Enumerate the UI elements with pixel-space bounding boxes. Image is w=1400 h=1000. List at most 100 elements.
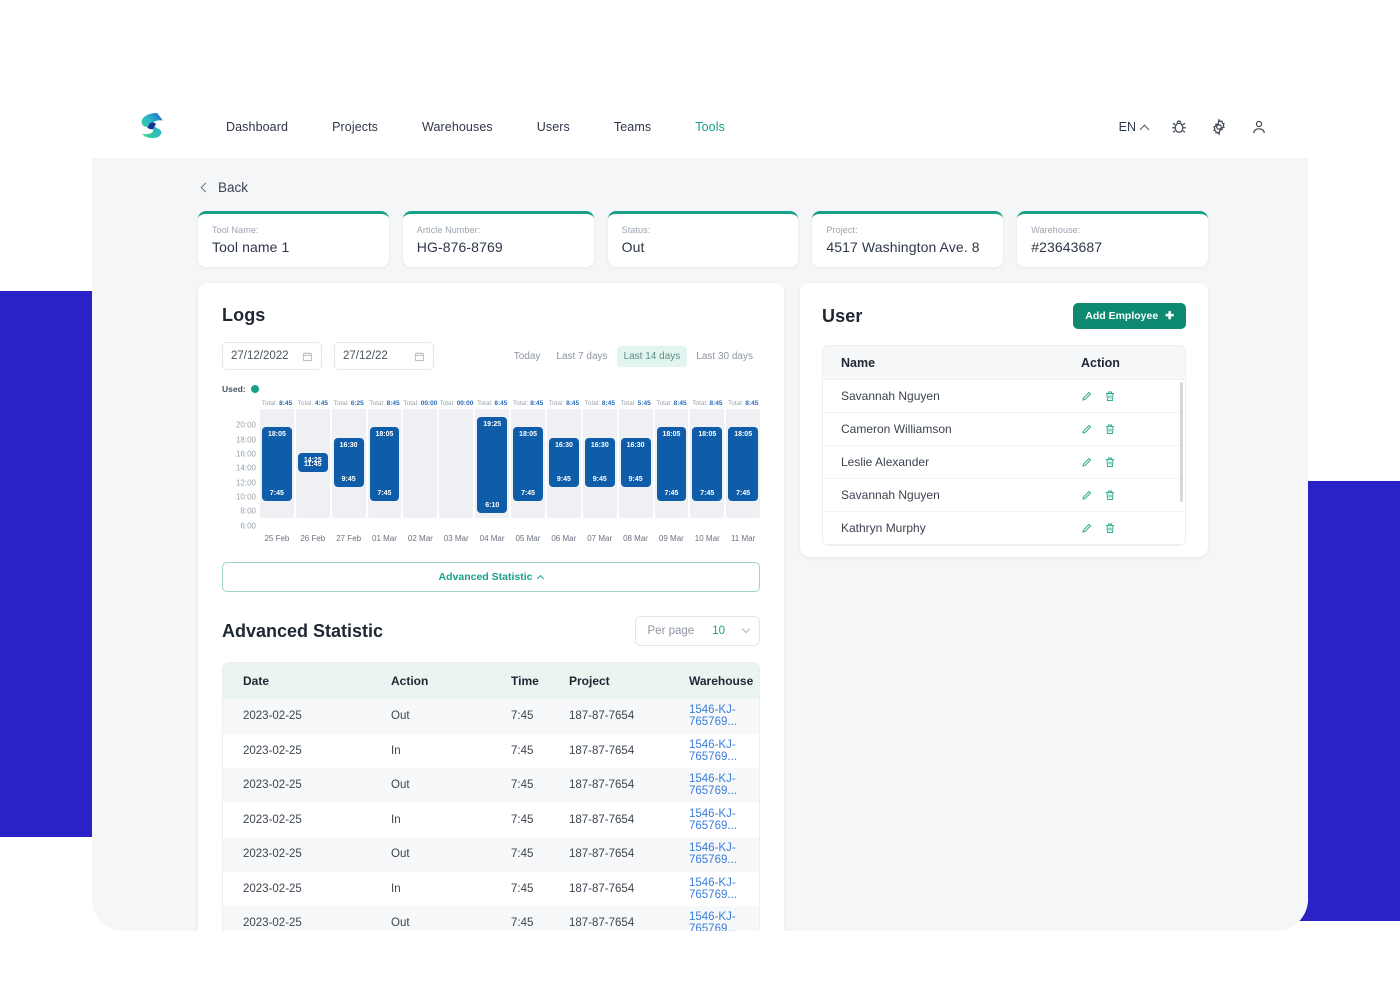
gear-icon[interactable] — [1210, 118, 1228, 136]
column-header-date: Date — [243, 674, 270, 688]
chevron-down-icon — [741, 624, 751, 634]
per-page-select[interactable]: Per page 10 — [634, 616, 760, 646]
cell-date: 2023-02-25 — [243, 848, 302, 861]
cell-user-name: Leslie Alexander — [841, 455, 930, 469]
chart-legend: Used: — [222, 384, 760, 394]
info-card-status: Status: Out — [607, 211, 799, 267]
advanced-toggle-label: Advanced Statistic — [438, 571, 533, 583]
info-cards-row: Tool Name: Tool name 1 Article Number: H… — [198, 211, 1208, 267]
chart-bar[interactable]: 16:30 9:45 — [584, 438, 615, 487]
nav-link-projects[interactable]: Projects — [310, 114, 400, 140]
range-last-14-days[interactable]: Last 14 days — [616, 345, 688, 367]
chart-column[interactable]: Total: 8:45 19:25 6:10 — [475, 400, 510, 530]
chart-column[interactable]: Total: 8:45 18:05 7:45 — [654, 400, 689, 530]
nav-link-dashboard[interactable]: Dashboard — [204, 114, 310, 140]
edit-icon[interactable] — [1081, 489, 1093, 501]
lightning-s-logo[interactable] — [136, 111, 166, 143]
cell-warehouse-link[interactable]: 1546-KJ-765769... — [689, 739, 759, 763]
delete-icon[interactable] — [1104, 390, 1116, 402]
chart-bar[interactable]: 18:05 7:45 — [513, 427, 543, 502]
chart-column[interactable]: Total: 8:45 18:05 7:45 — [367, 400, 402, 530]
delete-icon[interactable] — [1104, 423, 1116, 435]
table-row[interactable]: 2023-02-25 In 7:45 187-87-7654 1546-KJ-76576… — [223, 802, 759, 837]
edit-icon[interactable] — [1081, 390, 1093, 402]
user-icon[interactable] — [1250, 118, 1268, 136]
nav-link-tools[interactable]: Tools — [673, 114, 747, 140]
table-row[interactable]: 2023-02-25 Out 7:45 187-87-7654 1546-KJ-7657… — [223, 699, 759, 734]
logs-filter-row: 27/12/2022 27/12/22 Today Last 7 days La… — [222, 342, 760, 370]
delete-icon[interactable] — [1104, 456, 1116, 468]
chart-column[interactable]: Total: 8:45 18:05 7:45 — [260, 400, 294, 530]
logs-panel: Logs 27/12/2022 27/12/22 Today Last 7 da… — [198, 283, 784, 931]
chart-column-total: Total: 8:45 — [548, 400, 580, 407]
nav-link-teams[interactable]: Teams — [592, 114, 673, 140]
delete-icon[interactable] — [1104, 522, 1116, 534]
edit-icon[interactable] — [1081, 423, 1093, 435]
user-row[interactable]: Savannah Nguyen — [823, 380, 1185, 413]
chart-bar[interactable]: 18:05 7:45 — [692, 427, 723, 502]
chart-y-axis: 20:00 18:00 16:00 14:00 12:00 10:00 8:00 6:00 — [222, 412, 256, 530]
table-row[interactable]: 2023-02-25 Out 7:45 187-87-7654 1546-KJ-7657… — [223, 768, 759, 803]
back-button[interactable]: Back — [200, 180, 248, 195]
chart-column[interactable]: Total: 5:45 16:30 9:45 — [618, 400, 653, 530]
user-row[interactable]: Kathryn Murphy — [823, 512, 1185, 545]
cell-warehouse-link[interactable]: 1546-KJ-765769... — [689, 877, 759, 901]
chart-column[interactable]: Total: 8:45 18:05 7:45 — [726, 400, 761, 530]
chart-column[interactable]: Total: 00:00 — [439, 400, 474, 530]
chart-bar-end-label: 16:30 — [590, 442, 609, 450]
chart-bar[interactable]: 18:05 7:45 — [656, 427, 687, 502]
range-last-7-days[interactable]: Last 7 days — [549, 346, 614, 367]
chart-bar[interactable]: 14:25 11:45 — [297, 453, 328, 473]
chart-bar[interactable]: 18:05 7:45 — [262, 427, 292, 502]
chart-bar[interactable]: 19:25 6:10 — [477, 417, 508, 513]
chart-bar[interactable]: 16:30 9:45 — [620, 438, 651, 487]
chart-column[interactable]: Total: 8:45 16:30 9:45 — [582, 400, 617, 530]
chart-bar[interactable]: 16:30 9:45 — [333, 438, 364, 487]
chart-column[interactable]: Total: 8:45 18:05 7:45 — [690, 400, 725, 530]
table-row[interactable]: 2023-02-25 In 7:45 187-87-7654 1546-KJ-76576… — [223, 871, 759, 906]
table-row[interactable]: 2023-02-25 Out 7:45 187-87-7654 1546-KJ-7657… — [223, 837, 759, 872]
chart-bar[interactable]: 16:30 9:45 — [549, 438, 579, 487]
bug-icon[interactable] — [1170, 118, 1188, 136]
chart-column[interactable]: Total: 8:45 16:30 9:45 — [547, 400, 581, 530]
advanced-statistic-toggle[interactable]: Advanced Statistic — [222, 562, 760, 592]
cell-warehouse-link[interactable]: 1546-KJ-765769... — [689, 773, 759, 797]
date-to-input[interactable]: 27/12/22 — [334, 342, 434, 370]
table-row[interactable]: 2023-02-25 In 7:45 187-87-7654 1546-KJ-76576… — [223, 733, 759, 768]
chart-x-axis: 25 Feb 26 Feb 27 Feb 01 Mar 02 Mar 03 Mar 04 M… — [260, 534, 760, 543]
chart-bar[interactable]: 18:05 7:45 — [728, 427, 759, 502]
table-row[interactable]: 2023-02-25 Out 7:45 187-87-7654 1546-KJ-7657… — [223, 906, 759, 931]
cell-warehouse-link[interactable]: 1546-KJ-765769... — [689, 842, 759, 866]
date-from-input[interactable]: 27/12/2022 — [222, 342, 322, 370]
chart-column-total: Total: 8:45 — [656, 400, 687, 407]
cell-warehouse-link[interactable]: 1546-KJ-765769... — [689, 808, 759, 832]
edit-icon[interactable] — [1081, 522, 1093, 534]
user-row[interactable]: Savannah Nguyen — [823, 479, 1185, 512]
language-selector[interactable]: EN — [1119, 120, 1150, 134]
chart-column[interactable]: Total: 00:00 — [403, 400, 438, 530]
delete-icon[interactable] — [1104, 489, 1116, 501]
cell-time: 7:45 — [511, 813, 534, 826]
per-page-value: 10 — [712, 625, 725, 637]
nav-link-warehouses[interactable]: Warehouses — [400, 114, 515, 140]
chart-column-track — [403, 409, 438, 518]
chart-column[interactable]: Total: 8:45 18:05 7:45 — [511, 400, 545, 530]
user-row[interactable]: Leslie Alexander — [823, 446, 1185, 479]
user-list-scrollbar[interactable] — [1180, 382, 1183, 502]
chart-column-total: Total: 8:45 — [369, 400, 400, 407]
date-to-value: 27/12/22 — [343, 350, 388, 362]
user-table-body: Savannah Nguyen Cameron Williamson Leslie … — [823, 380, 1185, 545]
cell-warehouse-link[interactable]: 1546-KJ-765769... — [689, 704, 759, 728]
edit-icon[interactable] — [1081, 456, 1093, 468]
add-employee-button[interactable]: Add Employee ✚ — [1073, 303, 1186, 329]
chart-column[interactable]: Total: 4:45 14:25 11:45 — [295, 400, 330, 530]
chart-bar[interactable]: 18:05 7:45 — [369, 427, 400, 502]
cell-date: 2023-02-25 — [243, 882, 302, 895]
cell-warehouse-link[interactable]: 1546-KJ-765769... — [689, 911, 759, 931]
user-row[interactable]: Cameron Williamson — [823, 413, 1185, 446]
range-last-30-days[interactable]: Last 30 days — [689, 346, 760, 367]
chart-column[interactable]: Total: 6:25 16:30 9:45 — [331, 400, 366, 530]
chart-bar-start-label: 9:45 — [592, 475, 607, 483]
nav-link-users[interactable]: Users — [515, 114, 592, 140]
range-today[interactable]: Today — [507, 346, 548, 367]
